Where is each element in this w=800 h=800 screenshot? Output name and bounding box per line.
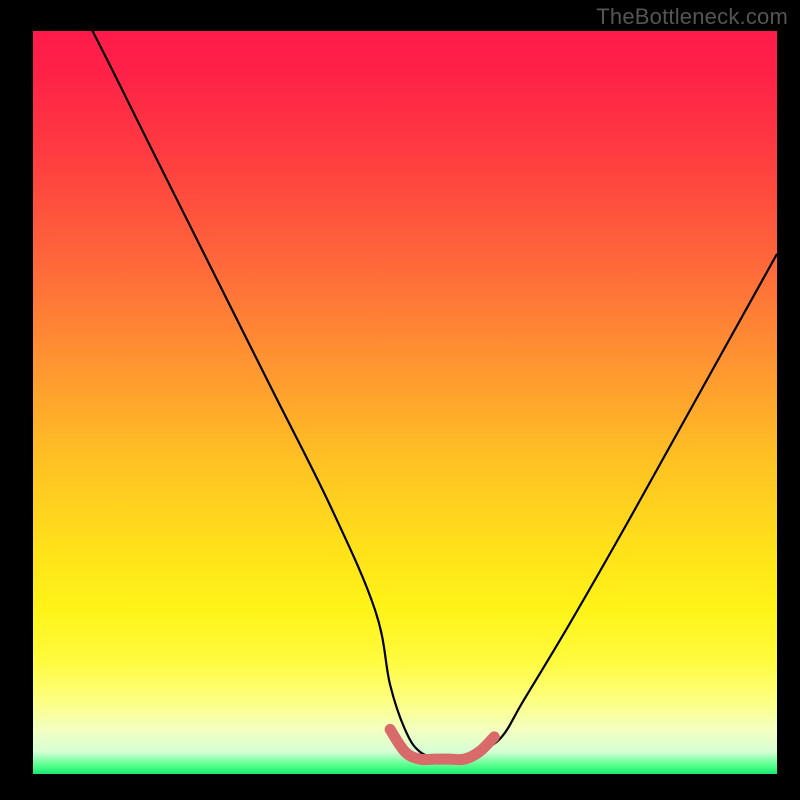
chart-svg — [33, 31, 777, 774]
bottleneck-curve — [33, 31, 777, 760]
chart-frame: TheBottleneck.com — [0, 0, 800, 800]
optimal-band — [390, 729, 494, 759]
watermark-text: TheBottleneck.com — [596, 4, 788, 30]
plot-area — [33, 31, 777, 774]
